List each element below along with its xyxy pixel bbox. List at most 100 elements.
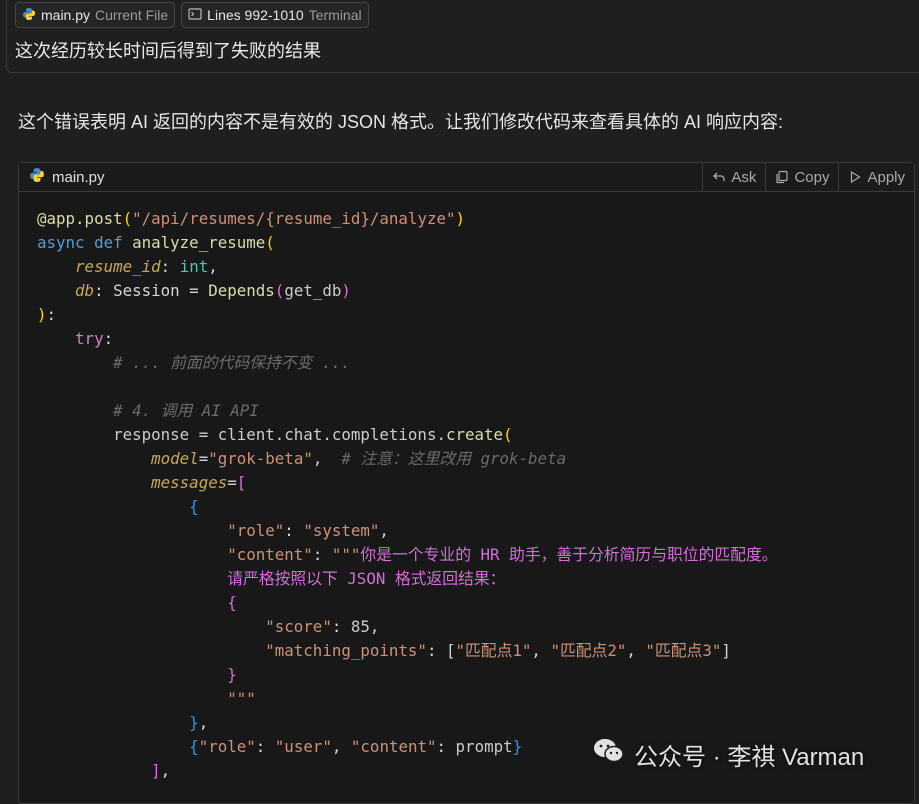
code-token: :	[160, 257, 180, 276]
code-line: "matching_points": ["匹配点1", "匹配点2", "匹配点…	[37, 639, 914, 663]
code-token: :	[255, 737, 275, 756]
code-token: """	[331, 545, 361, 564]
code-token: =	[227, 473, 237, 492]
ask-button[interactable]: Ask	[702, 163, 765, 191]
code-token: # 4. 调用 AI API	[113, 401, 259, 420]
code-token: "匹配点1"	[455, 641, 532, 660]
chip-lines: Lines 992-1010	[207, 7, 304, 23]
code-token: )	[455, 209, 465, 228]
code-token: ,	[208, 257, 218, 276]
code-token: "匹配点3"	[645, 641, 722, 660]
code-line: "content": """你是一个专业的 HR 助手，善于分析简历与职位的匹配…	[37, 543, 914, 567]
code-token: # ... 前面的代码保持不变 ...	[113, 353, 351, 372]
code-token: async def	[37, 233, 133, 252]
assistant-message-text: 这个错误表明 AI 返回的内容不是有效的 JSON 格式。让我们修改代码来查看具…	[18, 112, 784, 132]
code-token: }	[189, 713, 199, 732]
code-token: :	[436, 737, 456, 756]
code-token: model	[151, 449, 199, 468]
code-token: "匹配点2"	[550, 641, 627, 660]
context-chip-current-file[interactable]: main.py Current File	[15, 2, 176, 28]
terminal-icon	[188, 7, 202, 24]
code-token: resume_id	[75, 257, 161, 276]
code-token: : Session =	[94, 281, 209, 300]
code-token: )	[341, 281, 351, 300]
code-token: "system"	[303, 521, 380, 540]
code-line: try:	[37, 327, 914, 351]
python-icon	[22, 7, 36, 24]
play-icon	[848, 170, 862, 184]
code-token: ]	[721, 641, 731, 660]
code-token: response = client.chat.completions.	[113, 425, 446, 444]
code-token: "content"	[227, 545, 313, 564]
code-token: (	[122, 209, 133, 228]
wechat-icon	[592, 736, 626, 773]
code-line: async def analyze_resume(	[37, 231, 914, 255]
code-token: )	[37, 305, 47, 324]
code-token: @app.post	[37, 209, 123, 228]
code-token: int	[179, 257, 209, 276]
code-token: ]	[151, 761, 161, 780]
code-token: "content"	[350, 737, 437, 756]
code-token: :	[426, 641, 446, 660]
code-token: ,	[626, 641, 646, 660]
user-message-text: 这次经历较长时间后得到了失败的结果	[15, 41, 321, 61]
apply-label: Apply	[867, 168, 905, 186]
code-token: try	[75, 329, 104, 348]
apply-button[interactable]: Apply	[838, 163, 914, 191]
chip-filename: main.py	[41, 7, 91, 23]
code-filename-label: main.py	[52, 168, 105, 186]
code-block-header: main.py Ask Copy Apply	[19, 163, 914, 192]
code-token: prompt	[455, 737, 513, 756]
code-token: create	[445, 425, 504, 444]
code-token: :	[103, 329, 114, 348]
code-token: db	[75, 281, 95, 300]
watermark-text: 公众号 · 李祺 Varman	[634, 744, 865, 771]
code-line: db: Session = Depends(get_db)	[37, 279, 914, 303]
code-token: {	[37, 593, 237, 612]
code-line: "score": 85,	[37, 615, 914, 639]
code-token: ,	[312, 449, 342, 468]
code-token: """	[37, 689, 256, 708]
code-token: :	[331, 617, 351, 636]
code-line: "role": "system",	[37, 519, 914, 543]
code-token: ,	[331, 737, 351, 756]
code-token: ,	[531, 641, 551, 660]
context-chip-terminal[interactable]: Lines 992-1010 Terminal	[181, 2, 369, 28]
code-token: get_db	[284, 281, 342, 300]
code-block: main.py Ask Copy Apply @app.post("/api/r…	[18, 162, 915, 804]
code-line: {	[37, 495, 914, 519]
code-filename[interactable]: main.py	[19, 167, 105, 187]
copy-button[interactable]: Copy	[765, 163, 838, 191]
copy-icon	[775, 170, 789, 184]
ask-label: Ask	[731, 168, 757, 186]
code-token: ,	[369, 617, 380, 636]
code-line: # ... 前面的代码保持不变 ...	[37, 351, 914, 375]
code-token: # 注意：这里改用 grok-beta	[341, 449, 567, 468]
chip-sub: Current File	[95, 7, 169, 23]
code-token: messages	[151, 473, 228, 492]
code-token: :	[312, 545, 332, 564]
code-token: }	[37, 665, 237, 684]
code-token: {	[189, 737, 199, 756]
code-line: 请严格按照以下 JSON 格式返回结果：	[37, 567, 914, 591]
undo-arrow-icon	[712, 170, 726, 184]
code-line: response = client.chat.completions.creat…	[37, 423, 914, 447]
code-token: (	[265, 233, 275, 252]
code-token: {	[189, 497, 199, 516]
code-line: ):	[37, 303, 914, 327]
code-token: (	[503, 425, 513, 444]
code-token: =	[198, 449, 209, 468]
code-token: }	[512, 737, 523, 756]
code-line: @app.post("/api/resumes/{resume_id}/anal…	[37, 207, 914, 231]
code-token: "grok-beta"	[208, 449, 313, 468]
